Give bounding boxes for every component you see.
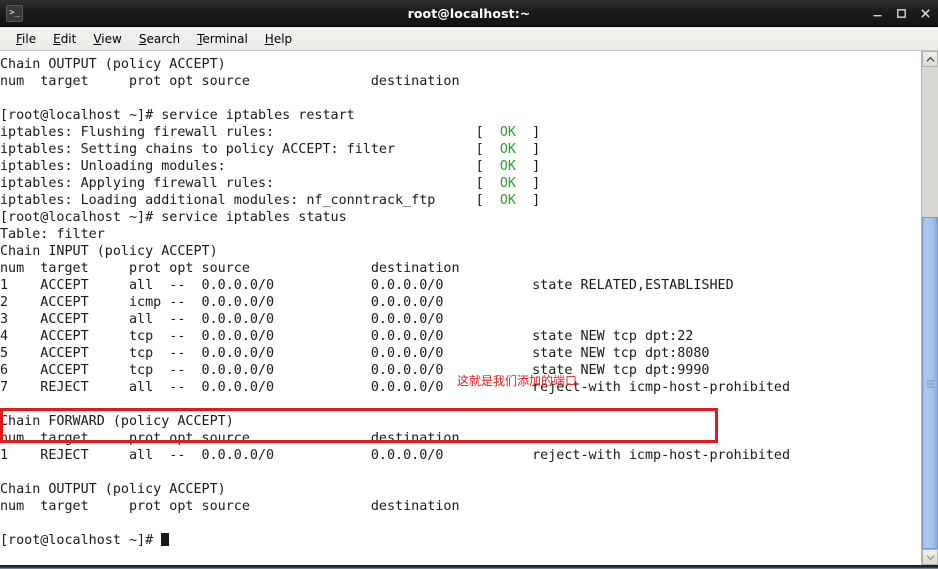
terminal-line: 6 ACCEPT tcp -- 0.0.0.0/0 0.0.0.0/0 stat…	[0, 363, 710, 378]
menu-item-terminal[interactable]: Terminal	[189, 30, 257, 48]
status-ok: OK	[499, 159, 516, 174]
annotation-label: 这就是我们添加的端口	[457, 374, 578, 388]
menu-item-search[interactable]: Search	[131, 30, 189, 48]
status-ok: OK	[499, 176, 516, 191]
terminal-line: Chain FORWARD (policy ACCEPT)	[0, 414, 234, 429]
window-title: root@localhost:~	[407, 5, 531, 21]
terminal-line: iptables: Unloading modules: [ OK ]	[0, 159, 541, 174]
scrollbar-thumb[interactable]	[922, 217, 938, 549]
terminal-area: Chain OUTPUT (policy ACCEPT) num target p…	[0, 51, 938, 565]
terminal-line: num target prot opt source destination	[0, 74, 460, 89]
terminal-line: 1 REJECT all -- 0.0.0.0/0 0.0.0.0/0 reje…	[0, 448, 791, 463]
window-controls	[871, 0, 932, 26]
terminal-line: 4 ACCEPT tcp -- 0.0.0.0/0 0.0.0.0/0 stat…	[0, 329, 694, 344]
menu-item-edit[interactable]: Edit	[45, 30, 85, 48]
terminal-line: 7 REJECT all -- 0.0.0.0/0 0.0.0.0/0 reje…	[0, 380, 791, 395]
menu-bar: File Edit View Search Terminal Help	[0, 27, 938, 51]
terminal-cursor	[161, 533, 170, 546]
menu-item-help-rest: elp	[273, 31, 293, 46]
chevron-up-icon	[925, 56, 935, 62]
terminal-line: Chain OUTPUT (policy ACCEPT)	[0, 482, 226, 497]
terminal-window: >_ root@localhost:~ File Edit View Searc…	[0, 0, 938, 569]
close-button[interactable]	[919, 8, 932, 19]
terminal-line: Chain INPUT (policy ACCEPT)	[0, 244, 218, 259]
terminal-line: iptables: Setting chains to policy ACCEP…	[0, 142, 541, 157]
terminal-line: [root@localhost ~]#	[0, 532, 790, 549]
menu-item-view-rest: iew	[101, 31, 122, 46]
title-bar[interactable]: >_ root@localhost:~	[0, 0, 938, 27]
vertical-scrollbar[interactable]	[921, 51, 938, 565]
scrollbar-grip	[926, 380, 934, 388]
terminal-line: 5 ACCEPT tcp -- 0.0.0.0/0 0.0.0.0/0 stat…	[0, 346, 710, 361]
scroll-down-button[interactable]	[922, 549, 938, 565]
terminal-output: Chain OUTPUT (policy ACCEPT) num target p…	[0, 56, 790, 549]
terminal-line: 1 ACCEPT all -- 0.0.0.0/0 0.0.0.0/0 stat…	[0, 278, 734, 293]
window-bottom-edge	[0, 565, 938, 569]
chevron-down-icon	[925, 554, 935, 560]
scrollbar-track[interactable]	[922, 67, 938, 549]
terminal-line: num target prot opt source destination	[0, 499, 460, 514]
menu-item-file[interactable]: File	[8, 30, 45, 48]
status-ok: OK	[499, 193, 516, 208]
menu-item-search-rest: earch	[146, 31, 181, 46]
terminal-line: Table: filter	[0, 227, 105, 242]
scroll-up-button[interactable]	[922, 51, 938, 67]
minimize-button[interactable]	[871, 8, 884, 19]
terminal-line: num target prot opt source destination	[0, 431, 460, 446]
terminal-line: 2 ACCEPT icmp -- 0.0.0.0/0 0.0.0.0/0	[0, 295, 444, 310]
terminal-line: 3 ACCEPT all -- 0.0.0.0/0 0.0.0.0/0	[0, 312, 444, 327]
terminal-line: num target prot opt source destination	[0, 261, 460, 276]
menu-item-help[interactable]: Help	[257, 30, 301, 48]
terminal-line: iptables: Applying firewall rules: [ OK …	[0, 176, 541, 191]
maximize-button[interactable]	[895, 8, 908, 19]
menu-item-edit-rest: dit	[60, 31, 77, 46]
status-ok: OK	[499, 125, 516, 140]
terminal-line: [root@localhost ~]# service iptables sta…	[0, 210, 347, 225]
menu-item-view[interactable]: View	[85, 30, 130, 48]
terminal-line: Chain OUTPUT (policy ACCEPT)	[0, 57, 226, 72]
terminal-line: iptables: Flushing firewall rules: [ OK …	[0, 125, 541, 140]
menu-item-file-rest: ile	[22, 31, 37, 46]
terminal-line: [root@localhost ~]# service iptables res…	[0, 108, 355, 123]
terminal-icon: >_	[6, 4, 23, 22]
terminal-line: iptables: Loading additional modules: nf…	[0, 193, 541, 208]
status-ok: OK	[499, 142, 516, 157]
terminal-screen[interactable]: Chain OUTPUT (policy ACCEPT) num target p…	[0, 51, 921, 565]
menu-item-terminal-rest: erminal	[202, 31, 248, 46]
